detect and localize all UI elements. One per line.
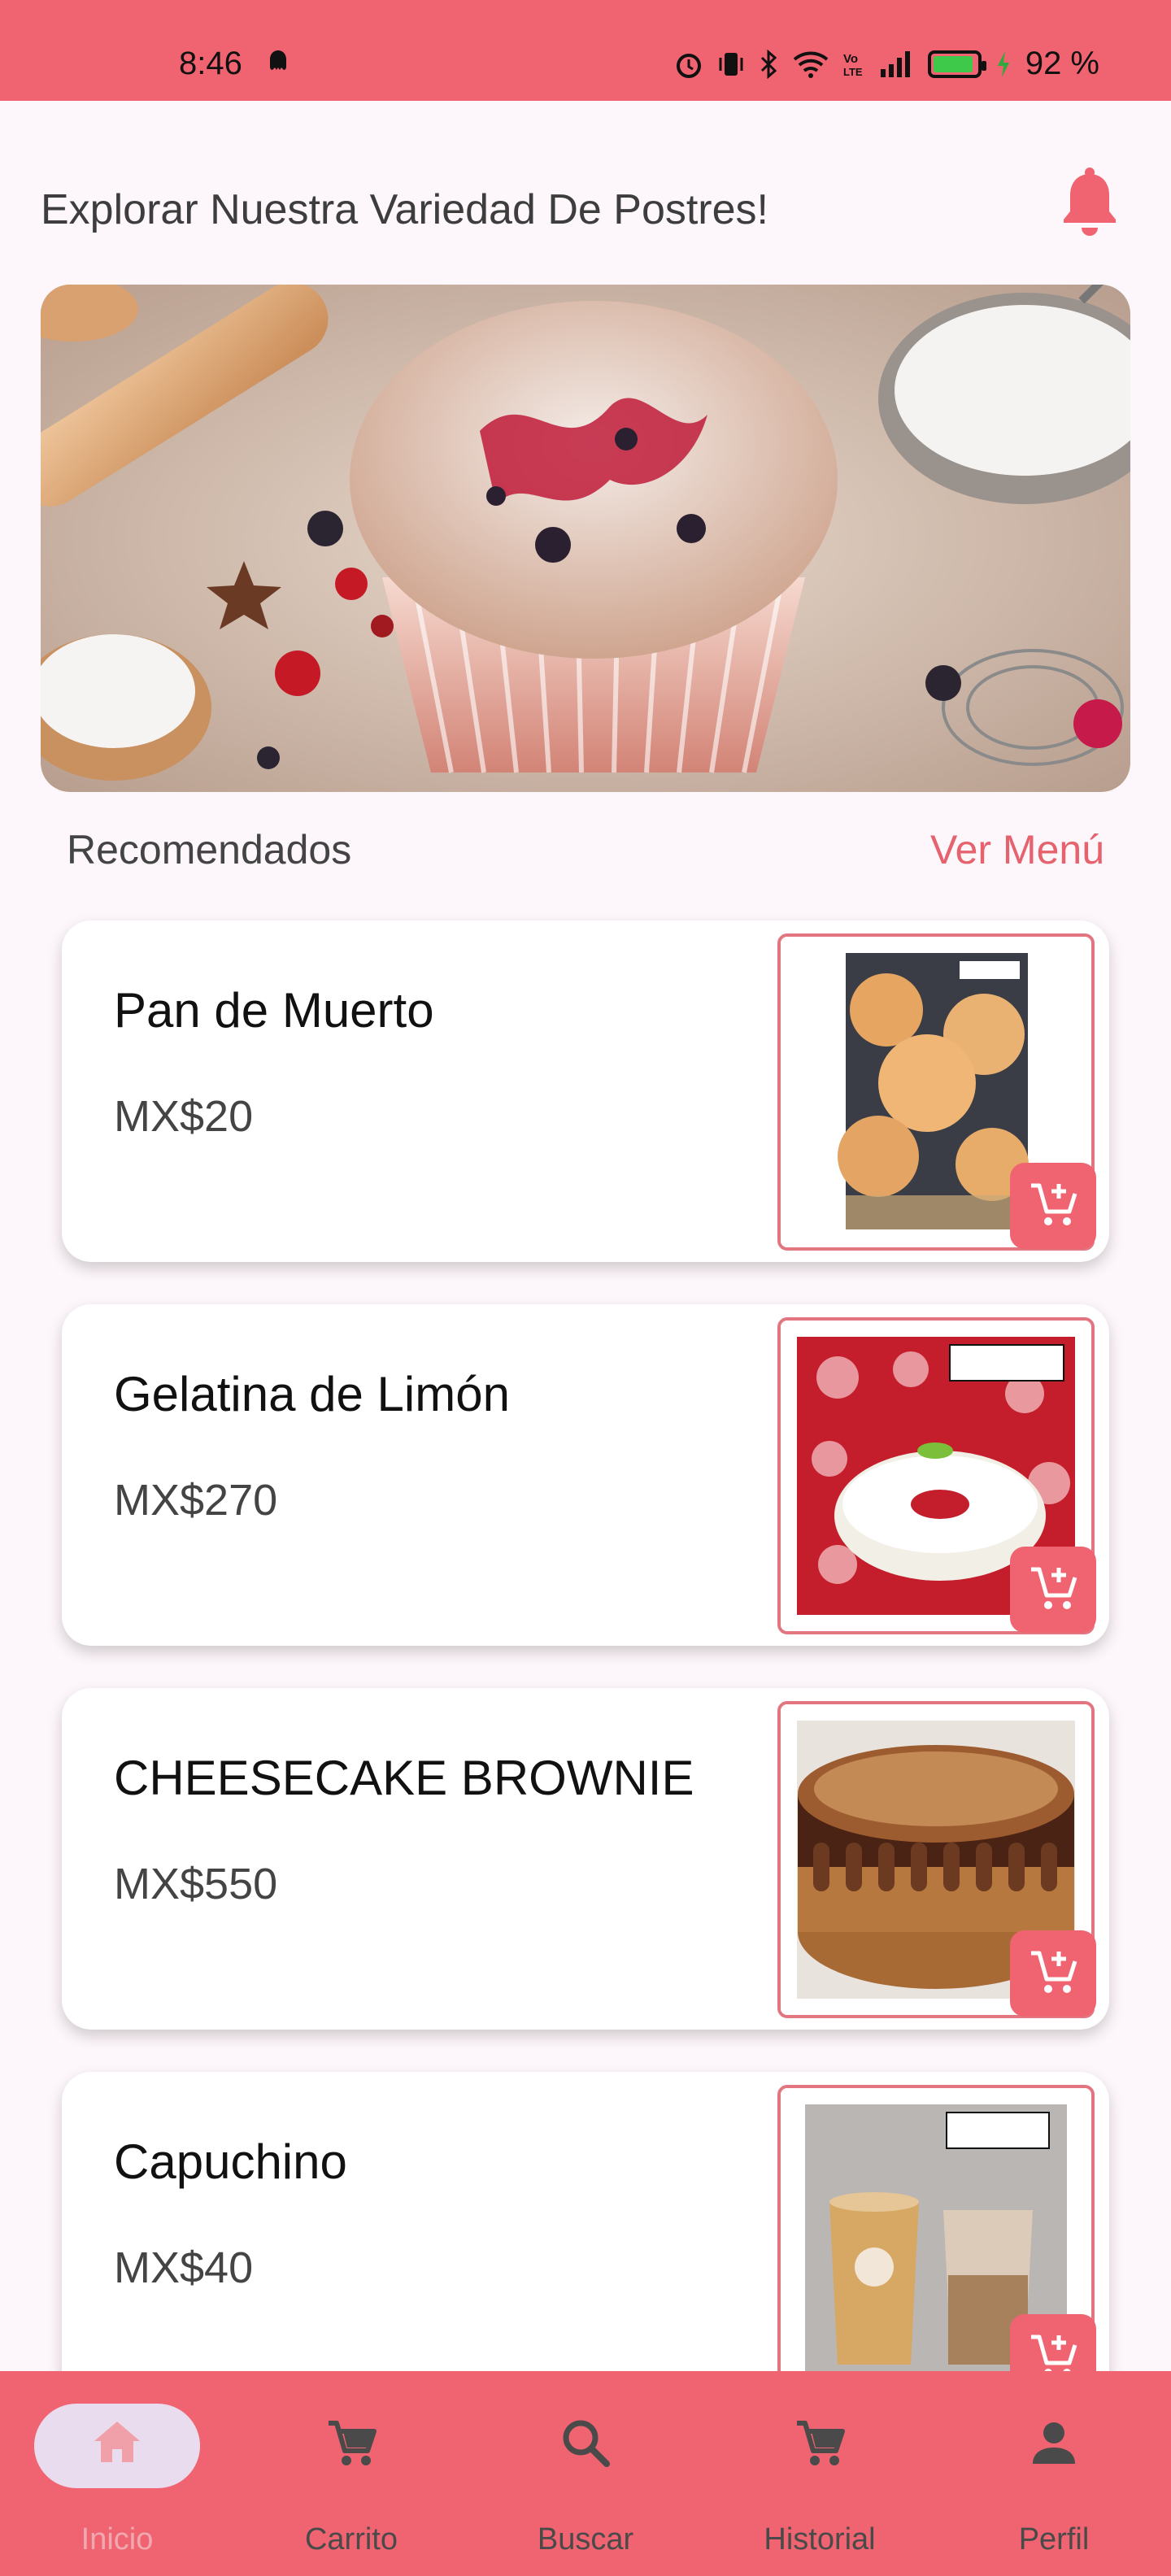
nav-item-perfil[interactable]: Perfil	[937, 2371, 1171, 2576]
svg-text:Vo: Vo	[843, 52, 858, 66]
nav-label: Perfil	[1018, 2522, 1090, 2556]
status-bar: 8:46 Vo LTE 92 %	[0, 0, 1171, 101]
product-price: MX$270	[114, 1476, 278, 1525]
product-name: Gelatina de Limón	[114, 1367, 510, 1421]
cart-icon	[329, 2421, 377, 2465]
bluetooth-icon	[760, 49, 777, 79]
notification-icon	[270, 50, 286, 70]
add-to-cart-button[interactable]	[1010, 1547, 1096, 1633]
product-card-gelatina-de-limon[interactable]: Gelatina de Limón MX$270	[62, 1304, 1109, 1646]
nav-label: Inicio	[81, 2522, 154, 2556]
section-title: Recomendados	[67, 827, 352, 872]
product-name: Capuchino	[114, 2134, 347, 2189]
ver-menu-link[interactable]: Ver Menú	[930, 826, 1104, 873]
nav-label: Historial	[764, 2522, 876, 2556]
nav-item-historial[interactable]: Historial	[703, 2371, 937, 2576]
add-to-cart-icon	[1031, 1951, 1077, 1993]
product-name: Pan de Muerto	[114, 983, 434, 1038]
home-icon	[94, 2422, 140, 2462]
vibrate-icon	[719, 52, 743, 76]
status-icons: Vo LTE 92 %	[674, 46, 1099, 82]
page-title: Explorar Nuestra Variedad De Postres!	[41, 186, 768, 233]
nav-label: Carrito	[304, 2522, 398, 2556]
product-price: MX$20	[114, 1092, 254, 1141]
add-to-cart-button[interactable]	[1010, 1163, 1096, 1249]
nav-item-carrito[interactable]: Carrito	[234, 2371, 468, 2576]
volte-icon: VoLTE	[843, 52, 863, 78]
nav-item-buscar[interactable]: Buscar	[468, 2371, 703, 2576]
nav-item-inicio[interactable]: Inicio	[0, 2371, 234, 2576]
wifi-icon	[793, 51, 829, 78]
add-to-cart-button[interactable]	[1010, 1930, 1096, 2017]
charging-icon	[997, 50, 1009, 77]
svg-text:LTE: LTE	[843, 66, 863, 78]
product-price: MX$550	[114, 1860, 278, 1908]
search-icon	[563, 2420, 610, 2467]
status-time: 8:46	[179, 46, 242, 81]
add-to-cart-icon	[1031, 1183, 1077, 1225]
product-price: MX$40	[114, 2243, 254, 2292]
bottom-navigation: Inicio Carrito Buscar Historial Perfil	[0, 2371, 1171, 2576]
add-to-cart-icon	[1031, 1567, 1077, 1609]
product-card-pan-de-muerto[interactable]: Pan de Muerto MX$20	[62, 920, 1109, 1262]
hero-banner-image	[41, 285, 1130, 792]
product-name: CHEESECAKE BROWNIE	[114, 1751, 694, 1805]
alarm-icon	[676, 53, 701, 78]
nav-label: Buscar	[537, 2522, 634, 2556]
battery-percent: 92 %	[1025, 46, 1099, 81]
product-card-cheesecake-brownie[interactable]: CHEESECAKE BROWNIE MX$550	[62, 1688, 1109, 2030]
person-icon	[1033, 2422, 1075, 2464]
signal-icon	[880, 50, 910, 77]
bell-icon[interactable]	[1057, 166, 1122, 237]
cart-icon	[797, 2421, 845, 2465]
battery-icon	[927, 50, 986, 78]
product-card-capuchino[interactable]: Capuchino MX$40	[62, 2072, 1109, 2413]
